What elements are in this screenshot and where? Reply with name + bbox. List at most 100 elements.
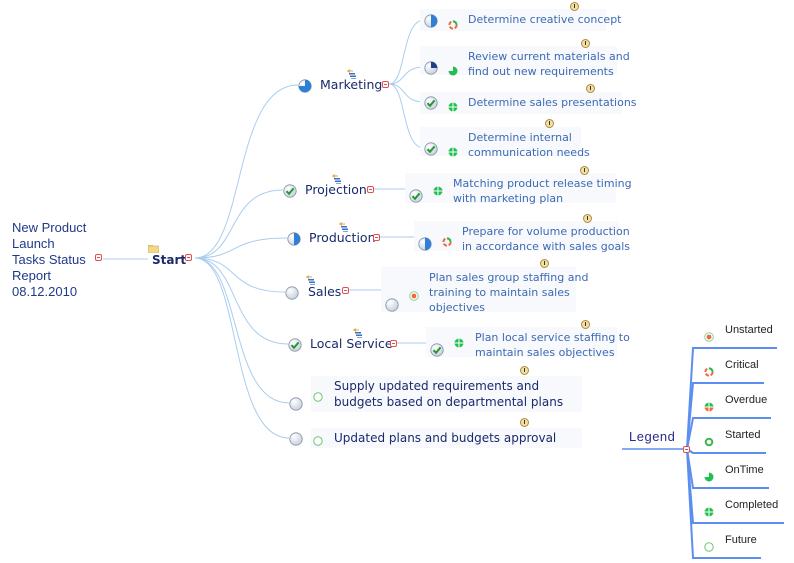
- status-ontime-icon: [704, 467, 714, 482]
- task-item[interactable]: Determine internal communication needs: [468, 130, 590, 160]
- title-line: Tasks Status: [12, 252, 86, 267]
- task-text-line: Prepare for volume production: [462, 225, 630, 238]
- progress-half-icon: [287, 231, 301, 246]
- start-node[interactable]: Start: [152, 253, 186, 267]
- branch-edge: [194, 257, 289, 345]
- task-text-line: Updated plans and budgets approval: [334, 431, 557, 445]
- legend-item-critical: Critical: [725, 359, 759, 371]
- legend-item-started: Started: [725, 429, 761, 441]
- progress-complete-icon: [430, 342, 444, 357]
- branch-local-service[interactable]: Local Service: [310, 336, 393, 351]
- clock-icon: [540, 259, 549, 268]
- legend-item-ontime: OnTime: [725, 464, 764, 476]
- subtask-list-icon: [305, 270, 316, 285]
- task-text-line: Determine internal: [468, 131, 572, 144]
- status-critical-icon: [704, 362, 714, 377]
- branch-edge: [194, 189, 284, 259]
- status-future-icon: [313, 387, 323, 402]
- legend-item-overdue: Overdue: [725, 394, 768, 406]
- progress-complete-icon: [288, 337, 302, 352]
- status-completed-icon: [454, 333, 464, 348]
- branch-sales-collapse-toggle[interactable]: [342, 287, 349, 294]
- legend-collapse-toggle[interactable]: [683, 446, 690, 453]
- branch-projection-collapse-toggle[interactable]: [367, 186, 374, 193]
- clock-icon: [520, 366, 529, 375]
- progress-complete-icon: [424, 95, 438, 110]
- progress-three-quarters-icon: [298, 78, 312, 93]
- status-completed-icon: [433, 181, 443, 196]
- legend-branch-line: [686, 448, 766, 454]
- branch-marketing-collapse-toggle[interactable]: [382, 81, 389, 88]
- progress-none-icon: [285, 285, 299, 300]
- task-item[interactable]: Determine creative concept: [468, 12, 622, 27]
- task-text-line: in accordance with sales goals: [462, 240, 631, 253]
- task-text-line: Determine sales presentations: [468, 96, 637, 109]
- title-line: Report: [12, 268, 52, 283]
- clock-icon: [580, 166, 589, 175]
- status-future-icon: [704, 537, 714, 552]
- progress-complete-icon: [409, 188, 423, 203]
- title-collapse-toggle[interactable]: [95, 254, 102, 261]
- clock-icon: [570, 2, 579, 11]
- task-item[interactable]: Plan sales group staffing and training to…: [429, 270, 588, 315]
- status-completed-icon: [448, 142, 458, 157]
- task-item[interactable]: Supply updated requirements and budgets b…: [334, 378, 563, 410]
- clock-icon: [581, 320, 590, 329]
- task-text-line: find out new requirements: [468, 65, 614, 78]
- start-collapse-toggle[interactable]: [185, 254, 192, 261]
- task-text-line: training to maintain sales: [429, 286, 570, 299]
- branch-production-collapse-toggle[interactable]: [373, 234, 380, 241]
- status-critical-icon: [442, 232, 452, 247]
- title-line: Launch: [12, 236, 55, 251]
- status-critical-icon: [448, 15, 458, 30]
- task-item[interactable]: Prepare for volume production in accordan…: [462, 224, 630, 254]
- task-text-line: Plan local service staffing to: [475, 331, 630, 344]
- task-text-line: communication needs: [468, 146, 590, 159]
- status-unstarted-icon: [409, 286, 419, 301]
- legend-item-future: Future: [725, 534, 757, 546]
- task-text-line: budgets based on departmental plans: [334, 395, 564, 409]
- task-edge: [388, 19, 425, 85]
- clock-icon: [583, 214, 592, 223]
- task-item[interactable]: Updated plans and budgets approval: [334, 430, 556, 446]
- task-text-line: Plan sales group staffing and: [429, 271, 589, 284]
- task-item[interactable]: Plan local service staffing to maintain s…: [475, 330, 630, 360]
- task-text-line: Matching product release timing: [453, 177, 632, 190]
- clock-icon: [586, 84, 595, 93]
- branch-local-service-collapse-toggle[interactable]: [390, 340, 397, 347]
- task-text-line: Determine creative concept: [468, 13, 622, 26]
- progress-none-icon: [289, 431, 303, 446]
- task-text-line: maintain sales objectives: [475, 346, 615, 359]
- legend-item-unstarted: Unstarted: [725, 324, 773, 336]
- task-text-line: Review current materials and: [468, 50, 630, 63]
- clock-icon: [545, 119, 554, 128]
- status-future-icon: [313, 431, 323, 446]
- branch-production[interactable]: Production: [309, 230, 376, 245]
- subtask-list-icon: [331, 169, 342, 184]
- subtask-list-icon: [338, 217, 349, 232]
- task-text-line: objectives: [429, 301, 485, 314]
- progress-half-icon: [418, 236, 432, 251]
- task-item[interactable]: Review current materials and find out new…: [468, 49, 630, 79]
- task-item[interactable]: Determine sales presentations: [468, 95, 637, 110]
- task-text-line: with marketing plan: [453, 192, 564, 205]
- title-line: New Product: [12, 220, 87, 235]
- subtask-list-icon: [352, 323, 363, 338]
- branch-edge: [194, 257, 290, 404]
- branch-sales[interactable]: Sales: [308, 284, 341, 299]
- task-edge: [388, 83, 425, 149]
- branch-edge: [194, 84, 299, 259]
- task-item[interactable]: Matching product release timing with mark…: [453, 176, 632, 206]
- legend-branch-line: [686, 448, 784, 524]
- status-completed-icon: [448, 97, 458, 112]
- progress-complete-icon: [283, 183, 297, 198]
- progress-complete-icon: [424, 141, 438, 156]
- legend-item-completed: Completed: [725, 499, 779, 511]
- status-completed-icon: [704, 502, 714, 517]
- branch-marketing[interactable]: Marketing: [320, 77, 382, 92]
- progress-quarter-icon: [424, 60, 438, 75]
- status-unstarted-icon: [704, 327, 714, 342]
- branch-projection[interactable]: Projection: [305, 182, 367, 197]
- legend-title: Legend: [629, 429, 676, 444]
- status-started-icon: [704, 432, 714, 447]
